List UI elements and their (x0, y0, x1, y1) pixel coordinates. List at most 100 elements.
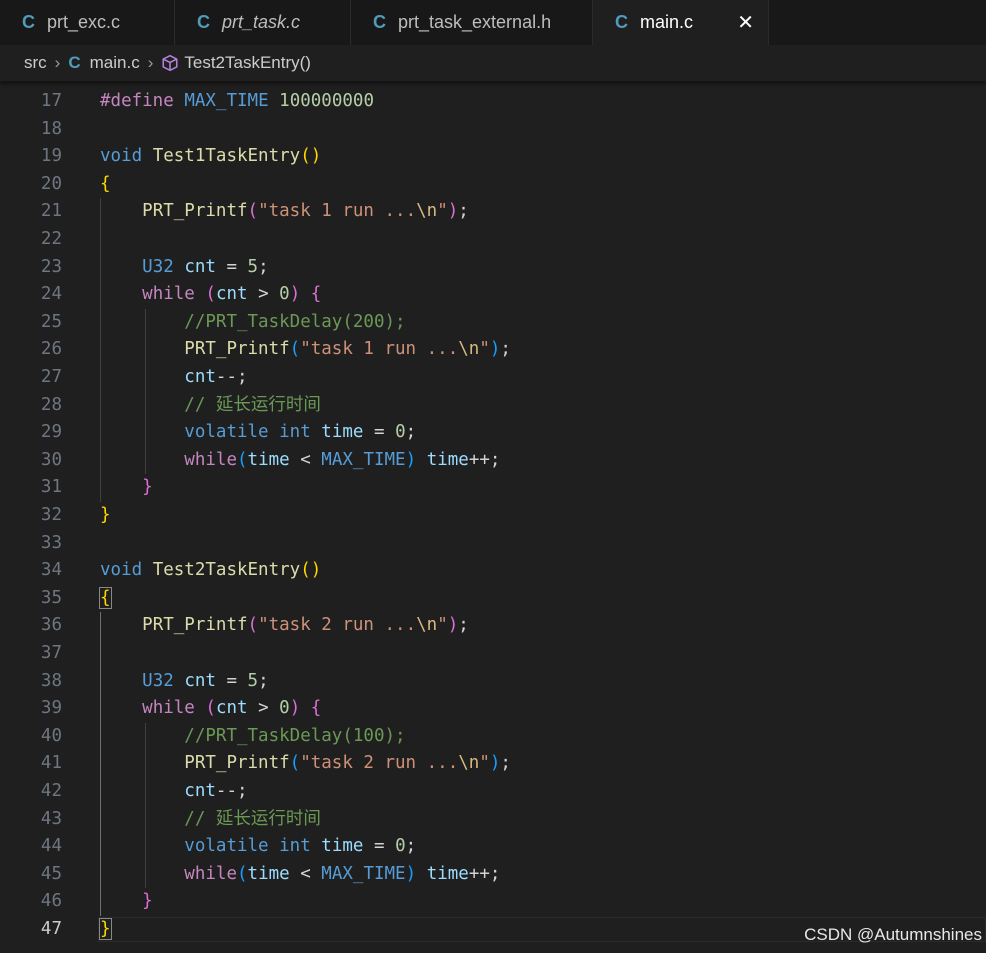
tab-prt-task-external[interactable]: C prt_task_external.h (351, 0, 593, 45)
code-line[interactable]: 23 U32 cnt = 5; (0, 254, 986, 281)
code-line[interactable]: 24 while (cnt > 0) { (0, 281, 986, 308)
code-line[interactable]: 42 cnt--; (0, 778, 986, 805)
code-token: ; (500, 753, 511, 774)
code-line[interactable]: 21 PRT_Printf("task 1 run ...\n"); (0, 198, 986, 225)
code-line[interactable]: 44 volatile int time = 0; (0, 833, 986, 860)
breadcrumb-folder[interactable]: src (24, 53, 47, 73)
code-token: "task 1 run ... (258, 201, 417, 222)
tab-main[interactable]: C main.c ✕ (593, 0, 769, 45)
code-line[interactable]: 35 { (0, 585, 986, 612)
code-token: cnt (215, 698, 248, 719)
c-file-icon: C (68, 53, 81, 72)
code-token: 5 (247, 256, 259, 277)
line-number: 36 (40, 615, 62, 636)
code-token: // 延长运行时间 (184, 394, 321, 415)
line-number: 19 (40, 146, 62, 167)
code-line[interactable]: 45 while(time < MAX_TIME) time++; (0, 861, 986, 888)
tab-prt-task[interactable]: C prt_task.c (175, 0, 351, 45)
code-line[interactable]: 27 cnt--; (0, 364, 986, 391)
code-line[interactable]: 32} (0, 502, 986, 529)
code-editor[interactable]: 17 #define MAX_TIME 100000000 18 19 void Tes… (0, 81, 986, 953)
code-line[interactable]: 41 PRT_Printf("task 2 run ...\n"); (0, 750, 986, 777)
code-text: } (99, 916, 112, 943)
code-token: () (300, 560, 322, 581)
code-token: { (100, 173, 111, 194)
code-token: // 延长运行时间 (184, 808, 321, 829)
line-number: 37 (40, 643, 62, 663)
code-token: < (289, 863, 322, 884)
code-line[interactable]: 17 #define MAX_TIME 100000000 (0, 88, 986, 115)
chevron-right-icon: › (54, 53, 61, 72)
code-token: --; (215, 781, 248, 801)
close-icon[interactable]: ✕ (737, 10, 754, 35)
code-line[interactable]: 33 (0, 530, 986, 557)
indent-guide (145, 308, 146, 475)
code-token: ++; (468, 449, 501, 470)
code-line[interactable]: 43 // 延长运行时间 (0, 806, 986, 833)
indent-guide (145, 722, 146, 889)
code-token: cnt (184, 670, 216, 691)
code-token: PRT_Printf (184, 753, 290, 774)
code-token: //PRT_TaskDelay(200); (184, 311, 406, 332)
code-line[interactable]: 46 } (0, 888, 986, 915)
code-line[interactable]: 31 } (0, 474, 986, 501)
code-token: ( (236, 449, 248, 470)
code-line[interactable]: 40 //PRT_TaskDelay(100); (0, 723, 986, 750)
code-line[interactable]: 28 // 延长运行时间 (0, 392, 986, 419)
line-number: 39 (40, 698, 62, 719)
line-number: 45 (40, 863, 62, 884)
code-token: ( (289, 339, 301, 360)
code-token: while (142, 698, 195, 719)
code-token: { (99, 586, 112, 609)
code-line[interactable]: 34 void Test2TaskEntry() (0, 557, 986, 584)
code-token: < (289, 449, 322, 470)
line-number: 23 (40, 256, 62, 277)
code-line[interactable]: 22 (0, 226, 986, 253)
code-token: ( (247, 615, 259, 636)
code-line[interactable]: 26 PRT_Printf("task 1 run ...\n"); (0, 336, 986, 363)
code-line[interactable]: 37 (0, 640, 986, 667)
code-line[interactable]: 29 volatile int time = 0; (0, 419, 986, 446)
code-token: () (300, 146, 322, 167)
code-token: { (310, 284, 322, 305)
line-number: 34 (40, 560, 62, 581)
code-text: // 延长运行时间 (100, 806, 321, 833)
code-token: 0 (395, 422, 406, 443)
code-token: " (437, 615, 448, 636)
code-token: "task 2 run ... (258, 615, 417, 636)
code-token: " (479, 339, 490, 360)
line-number: 24 (40, 284, 62, 305)
code-line[interactable]: 18 (0, 116, 986, 143)
code-token: = (215, 256, 248, 277)
breadcrumb-file[interactable]: main.c (90, 53, 140, 73)
code-text: U32 cnt = 5; (100, 254, 268, 281)
code-line[interactable]: 19 void Test1TaskEntry() (0, 143, 986, 170)
code-token: ) (405, 863, 417, 884)
code-token: ( (247, 201, 259, 222)
code-line[interactable]: 36 PRT_Printf("task 2 run ...\n"); (0, 612, 986, 639)
tab-prt-exc[interactable]: C prt_exc.c (0, 0, 175, 45)
code-token: #define (100, 91, 174, 111)
code-token: "task 2 run ... (300, 753, 459, 774)
code-token: cnt (184, 781, 216, 801)
code-token: > (247, 698, 280, 719)
code-line[interactable]: 30 while(time < MAX_TIME) time++; (0, 447, 986, 474)
code-line[interactable]: 38 U32 cnt = 5; (0, 668, 986, 695)
breadcrumb-symbol[interactable]: Test2TaskEntry() (184, 53, 311, 73)
code-text: U32 cnt = 5; (100, 668, 268, 695)
method-cube-icon (162, 54, 178, 72)
code-token: PRT_Printf (142, 615, 248, 636)
code-line[interactable]: 20 { (0, 171, 986, 198)
code-line[interactable]: 39 while (cnt > 0) { (0, 695, 986, 722)
code-line[interactable]: 25 //PRT_TaskDelay(200); (0, 309, 986, 336)
code-token: = (363, 422, 396, 443)
